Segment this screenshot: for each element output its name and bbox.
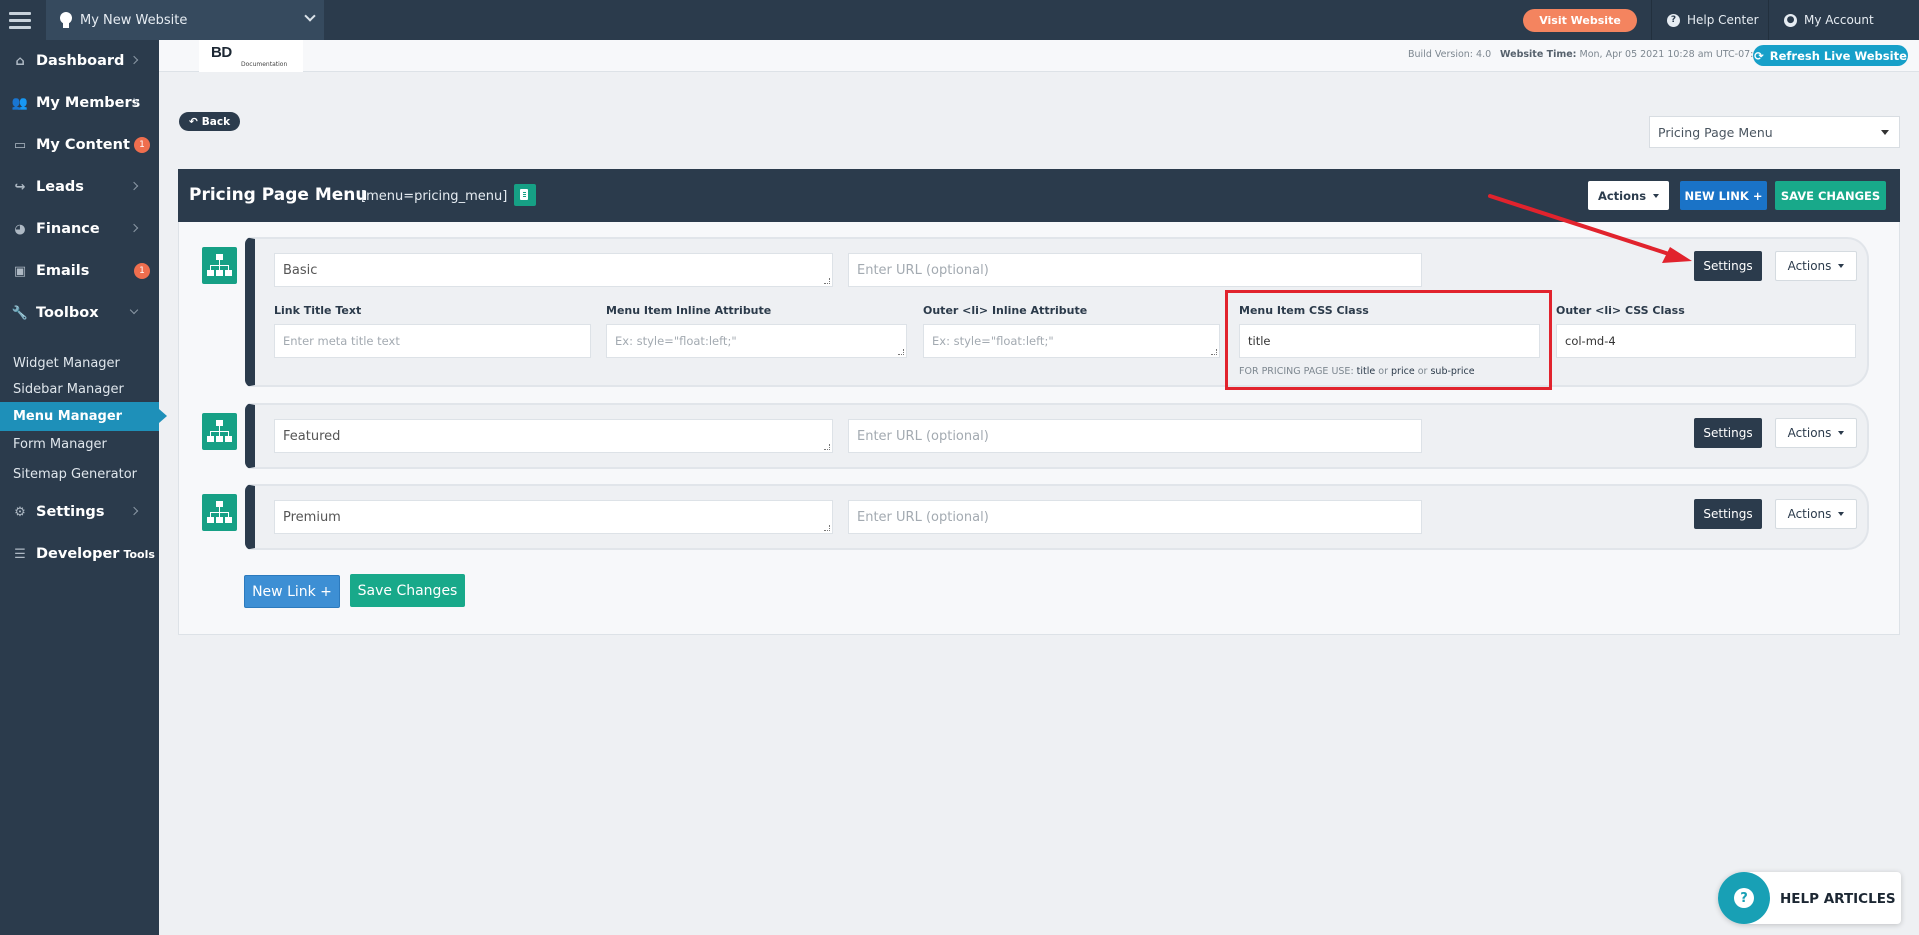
annotation-arrow-shaft: [1488, 194, 1674, 257]
annotation-arrow: [1488, 194, 1692, 263]
help-articles-widget[interactable]: ? HELP ARTICLES: [1718, 872, 1901, 924]
question-icon: ?: [1734, 888, 1754, 908]
annotation-arrow-head: [1662, 247, 1692, 263]
help-articles-label: HELP ARTICLES: [1780, 891, 1896, 907]
help-circle: ?: [1718, 872, 1770, 924]
